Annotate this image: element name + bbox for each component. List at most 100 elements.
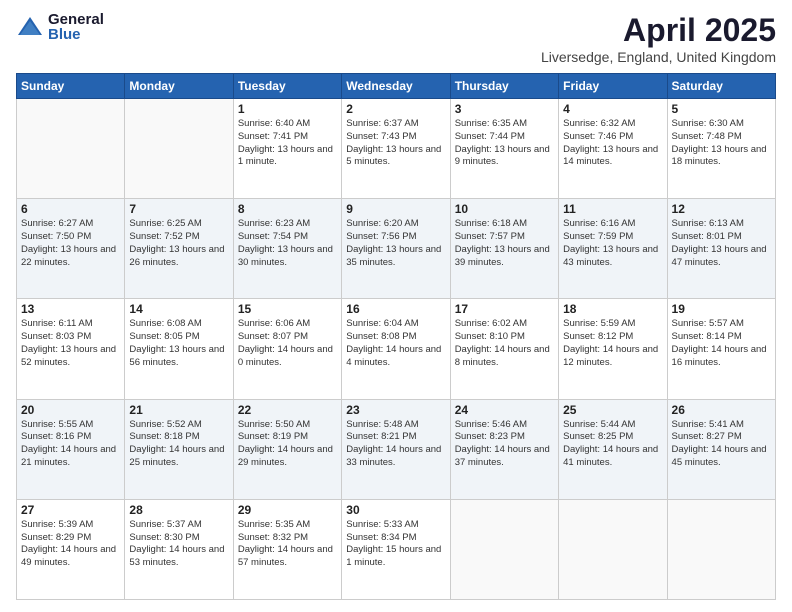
calendar-cell: 8 Sunrise: 6:23 AM Sunset: 7:54 PM Daylig… [233, 199, 341, 299]
day-number: 2 [346, 102, 445, 116]
calendar-cell: 28 Sunrise: 5:37 AM Sunset: 8:30 PM Dayli… [125, 499, 233, 599]
day-info: Sunrise: 5:39 AM Sunset: 8:29 PM Dayligh… [21, 519, 120, 570]
day-number: 9 [346, 202, 445, 216]
day-info: Sunrise: 5:46 AM Sunset: 8:23 PM Dayligh… [455, 419, 554, 470]
day-info: Sunrise: 6:04 AM Sunset: 8:08 PM Dayligh… [346, 318, 445, 369]
calendar-week-row: 1 Sunrise: 6:40 AM Sunset: 7:41 PM Daylig… [17, 99, 776, 199]
calendar-cell [125, 99, 233, 199]
day-info: Sunrise: 5:35 AM Sunset: 8:32 PM Dayligh… [238, 519, 337, 570]
calendar-week-row: 13Sunrise: 6:11 AM Sunset: 8:03 PM Dayli… [17, 299, 776, 399]
day-number: 11 [563, 202, 662, 216]
calendar-week-row: 20 Sunrise: 5:55 AM Sunset: 8:16 PM Dayli… [17, 399, 776, 499]
day-info: Sunrise: 6:20 AM Sunset: 7:56 PM Dayligh… [346, 218, 445, 269]
day-info: Sunrise: 6:40 AM Sunset: 7:41 PM Dayligh… [238, 118, 337, 169]
calendar-week-row: 27Sunrise: 5:39 AM Sunset: 8:29 PM Dayli… [17, 499, 776, 599]
calendar-week-row: 6 Sunrise: 6:27 AM Sunset: 7:50 PM Daylig… [17, 199, 776, 299]
day-info: Sunrise: 6:02 AM Sunset: 8:10 PM Dayligh… [455, 318, 554, 369]
day-info: Sunrise: 6:13 AM Sunset: 8:01 PM Dayligh… [672, 218, 771, 269]
calendar-cell: 14 Sunrise: 6:08 AM Sunset: 8:05 PM Dayli… [125, 299, 233, 399]
day-info: Sunrise: 5:44 AM Sunset: 8:25 PM Dayligh… [563, 419, 662, 470]
calendar-subtitle: Liversedge, England, United Kingdom [541, 49, 776, 65]
day-info: Sunrise: 6:23 AM Sunset: 7:54 PM Dayligh… [238, 218, 337, 269]
calendar-cell: 5 Sunrise: 6:30 AM Sunset: 7:48 PM Daylig… [667, 99, 775, 199]
day-info: Sunrise: 5:50 AM Sunset: 8:19 PM Dayligh… [238, 419, 337, 470]
logo-icon [16, 13, 44, 41]
day-info: Sunrise: 6:18 AM Sunset: 7:57 PM Dayligh… [455, 218, 554, 269]
calendar-cell: 26Sunrise: 5:41 AM Sunset: 8:27 PM Dayli… [667, 399, 775, 499]
day-info: Sunrise: 6:16 AM Sunset: 7:59 PM Dayligh… [563, 218, 662, 269]
day-info: Sunrise: 6:37 AM Sunset: 7:43 PM Dayligh… [346, 118, 445, 169]
calendar-cell: 30Sunrise: 5:33 AM Sunset: 8:34 PM Dayli… [342, 499, 450, 599]
calendar-cell: 21Sunrise: 5:52 AM Sunset: 8:18 PM Dayli… [125, 399, 233, 499]
day-number: 18 [563, 302, 662, 316]
day-number: 24 [455, 403, 554, 417]
calendar-cell: 19 Sunrise: 5:57 AM Sunset: 8:14 PM Dayli… [667, 299, 775, 399]
day-number: 23 [346, 403, 445, 417]
weekday-header-monday: Monday [125, 74, 233, 99]
calendar-cell: 20 Sunrise: 5:55 AM Sunset: 8:16 PM Dayli… [17, 399, 125, 499]
day-info: Sunrise: 6:30 AM Sunset: 7:48 PM Dayligh… [672, 118, 771, 169]
calendar-cell: 17 Sunrise: 6:02 AM Sunset: 8:10 PM Dayli… [450, 299, 558, 399]
day-info: Sunrise: 6:32 AM Sunset: 7:46 PM Dayligh… [563, 118, 662, 169]
day-number: 1 [238, 102, 337, 116]
day-info: Sunrise: 6:27 AM Sunset: 7:50 PM Dayligh… [21, 218, 120, 269]
weekday-header-row: SundayMondayTuesdayWednesdayThursdayFrid… [17, 74, 776, 99]
day-number: 16 [346, 302, 445, 316]
calendar-cell: 16 Sunrise: 6:04 AM Sunset: 8:08 PM Dayli… [342, 299, 450, 399]
calendar-cell: 3Sunrise: 6:35 AM Sunset: 7:44 PM Daylig… [450, 99, 558, 199]
day-number: 17 [455, 302, 554, 316]
weekday-header-sunday: Sunday [17, 74, 125, 99]
day-info: Sunrise: 6:08 AM Sunset: 8:05 PM Dayligh… [129, 318, 228, 369]
header: General Blue April 2025 Liversedge, Engl… [16, 12, 776, 65]
day-number: 15 [238, 302, 337, 316]
day-number: 25 [563, 403, 662, 417]
calendar-cell: 27Sunrise: 5:39 AM Sunset: 8:29 PM Dayli… [17, 499, 125, 599]
calendar-cell: 15 Sunrise: 6:06 AM Sunset: 8:07 PM Dayli… [233, 299, 341, 399]
logo-general: General [48, 12, 104, 27]
day-number: 10 [455, 202, 554, 216]
day-number: 28 [129, 503, 228, 517]
day-number: 14 [129, 302, 228, 316]
day-number: 5 [672, 102, 771, 116]
calendar-cell: 29Sunrise: 5:35 AM Sunset: 8:32 PM Dayli… [233, 499, 341, 599]
day-number: 8 [238, 202, 337, 216]
day-info: Sunrise: 5:55 AM Sunset: 8:16 PM Dayligh… [21, 419, 120, 470]
calendar-cell: 10 Sunrise: 6:18 AM Sunset: 7:57 PM Dayli… [450, 199, 558, 299]
calendar-cell: 23Sunrise: 5:48 AM Sunset: 8:21 PM Dayli… [342, 399, 450, 499]
calendar-table: SundayMondayTuesdayWednesdayThursdayFrid… [16, 73, 776, 600]
logo-blue: Blue [48, 27, 104, 42]
day-number: 12 [672, 202, 771, 216]
day-info: Sunrise: 6:35 AM Sunset: 7:44 PM Dayligh… [455, 118, 554, 169]
day-info: Sunrise: 6:25 AM Sunset: 7:52 PM Dayligh… [129, 218, 228, 269]
day-number: 7 [129, 202, 228, 216]
day-info: Sunrise: 6:11 AM Sunset: 8:03 PM Dayligh… [21, 318, 120, 369]
calendar-cell [559, 499, 667, 599]
weekday-header-saturday: Saturday [667, 74, 775, 99]
day-info: Sunrise: 5:57 AM Sunset: 8:14 PM Dayligh… [672, 318, 771, 369]
calendar-cell: 2 Sunrise: 6:37 AM Sunset: 7:43 PM Daylig… [342, 99, 450, 199]
day-number: 26 [672, 403, 771, 417]
logo: General Blue [16, 12, 104, 42]
weekday-header-friday: Friday [559, 74, 667, 99]
day-number: 22 [238, 403, 337, 417]
logo-text: General Blue [48, 12, 104, 42]
day-number: 20 [21, 403, 120, 417]
day-info: Sunrise: 5:33 AM Sunset: 8:34 PM Dayligh… [346, 519, 445, 570]
calendar-cell: 11 Sunrise: 6:16 AM Sunset: 7:59 PM Dayli… [559, 199, 667, 299]
calendar-cell: 18Sunrise: 5:59 AM Sunset: 8:12 PM Dayli… [559, 299, 667, 399]
day-info: Sunrise: 6:06 AM Sunset: 8:07 PM Dayligh… [238, 318, 337, 369]
calendar-cell [450, 499, 558, 599]
day-info: Sunrise: 5:52 AM Sunset: 8:18 PM Dayligh… [129, 419, 228, 470]
day-number: 19 [672, 302, 771, 316]
day-number: 6 [21, 202, 120, 216]
calendar-cell: 9 Sunrise: 6:20 AM Sunset: 7:56 PM Daylig… [342, 199, 450, 299]
weekday-header-wednesday: Wednesday [342, 74, 450, 99]
calendar-cell: 4Sunrise: 6:32 AM Sunset: 7:46 PM Daylig… [559, 99, 667, 199]
title-section: April 2025 Liversedge, England, United K… [541, 12, 776, 65]
weekday-header-thursday: Thursday [450, 74, 558, 99]
calendar-cell: 6 Sunrise: 6:27 AM Sunset: 7:50 PM Daylig… [17, 199, 125, 299]
page: General Blue April 2025 Liversedge, Engl… [0, 0, 792, 612]
calendar-cell: 24 Sunrise: 5:46 AM Sunset: 8:23 PM Dayli… [450, 399, 558, 499]
calendar-cell [667, 499, 775, 599]
day-info: Sunrise: 5:37 AM Sunset: 8:30 PM Dayligh… [129, 519, 228, 570]
